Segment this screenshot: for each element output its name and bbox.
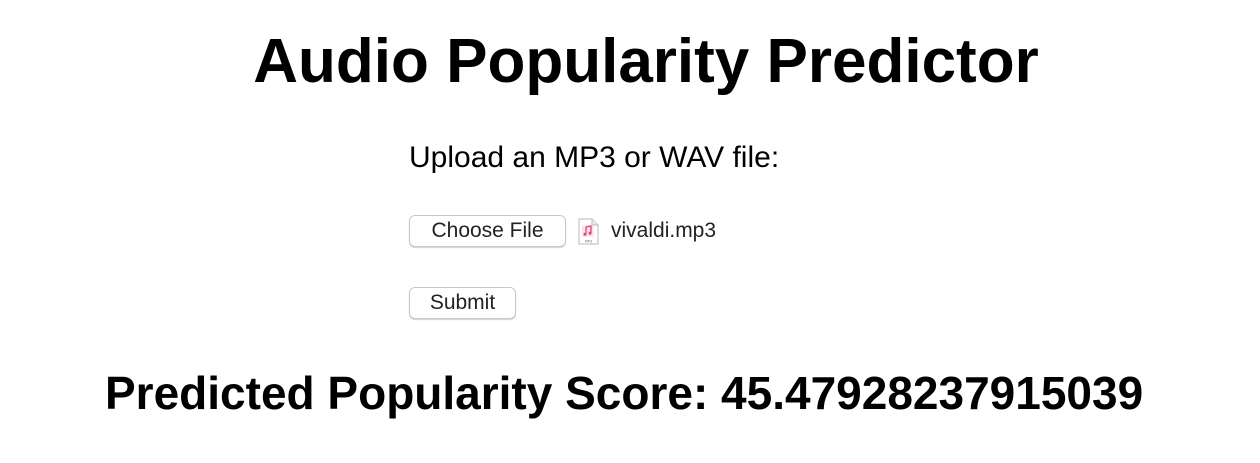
file-icon-caption: MP3	[585, 239, 592, 243]
upload-label: Upload an MP3 or WAV file:	[409, 141, 780, 174]
upload-form: Upload an MP3 or WAV file: Choose File M…	[409, 138, 779, 319]
page-title: Audio Popularity Predictor	[253, 27, 1039, 96]
submit-button[interactable]: Submit	[409, 287, 516, 319]
submit-row: Submit	[409, 287, 779, 319]
choose-file-button[interactable]: Choose File	[409, 215, 566, 247]
predicted-score: Predicted Popularity Score: 45.479282379…	[105, 367, 1144, 419]
file-input-row: Choose File MP3 vivaldi.mp3	[409, 214, 779, 248]
audio-file-icon: MP3	[578, 218, 599, 245]
selected-file-name: vivaldi.mp3	[611, 219, 717, 242]
